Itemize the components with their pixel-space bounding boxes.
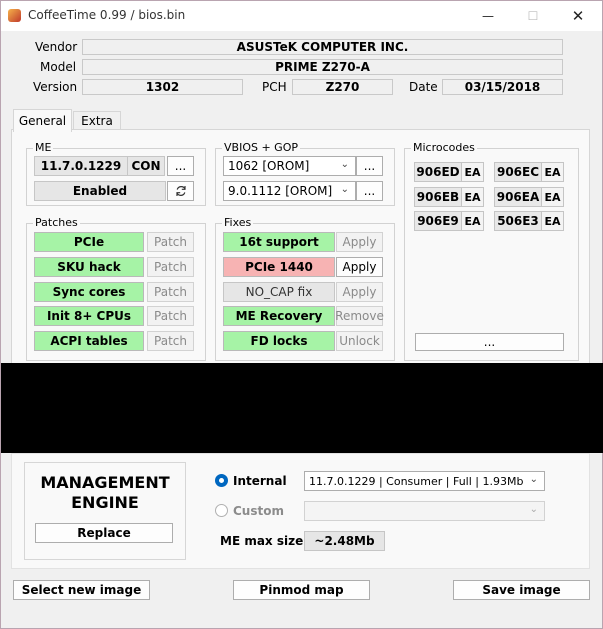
microcode-item: 906EB EA (414, 187, 484, 207)
window-title: CoffeeTime 0.99 / bios.bin (28, 8, 186, 22)
microcodes-more-button[interactable]: ... (415, 333, 564, 351)
me-state: Enabled (34, 181, 166, 201)
redacted-area (1, 363, 603, 453)
chevron-down-icon: ⌄ (529, 504, 538, 515)
custom-radio[interactable] (215, 504, 228, 517)
minimize-button[interactable]: — (465, 1, 511, 31)
save-image-button[interactable]: Save image (453, 580, 590, 600)
microcode-id: 906EC (494, 162, 542, 182)
patch-acpi-tables-status: ACPI tables (34, 331, 144, 351)
patch-sync-cores-button[interactable]: Patch (147, 282, 194, 302)
model-label: Model (40, 60, 77, 74)
close-button[interactable]: ✕ (555, 1, 601, 31)
tab-extra[interactable]: Extra (73, 111, 121, 130)
microcodes-group-title: Microcodes (411, 141, 477, 154)
patch-sku-hack-button[interactable]: Patch (147, 257, 194, 277)
chevron-down-icon: ⌄ (340, 184, 349, 195)
patch-sync-cores-status: Sync cores (34, 282, 144, 302)
engine-panel: MANAGEMENT ENGINE Replace Internal 11.7.… (11, 453, 590, 569)
microcode-id: 506E3 (494, 211, 542, 231)
me-max-size-value: ~2.48Mb (304, 531, 385, 551)
me-refresh-button[interactable] (167, 181, 194, 201)
microcode-item: 506E3 EA (494, 211, 564, 231)
fix-me-recovery-button[interactable]: Remove (335, 306, 384, 326)
me-group-title: ME (33, 141, 54, 154)
tab-general[interactable]: General (13, 109, 72, 132)
vendor-label: Vendor (35, 40, 78, 54)
replace-button[interactable]: Replace (35, 523, 173, 543)
fix-fd-locks-status: FD locks (223, 331, 335, 351)
microcode-tag: EA (462, 162, 484, 182)
patches-group-title: Patches (33, 216, 80, 229)
internal-label: Internal (233, 474, 287, 488)
me-version: 11.7.0.1229 (34, 156, 128, 176)
vbios-select-value: 1062 [OROM] (228, 159, 310, 173)
version-field: 1302 (82, 79, 243, 95)
pinmod-map-button[interactable]: Pinmod map (233, 580, 370, 600)
microcode-item: 906E9 EA (414, 211, 484, 231)
patch-sku-hack-status: SKU hack (34, 257, 144, 277)
chevron-down-icon: ⌄ (529, 474, 538, 485)
engine-box: MANAGEMENT ENGINE Replace (24, 462, 186, 560)
custom-image-select[interactable]: ⌄ (304, 501, 545, 521)
select-new-image-button[interactable]: Select new image (13, 580, 150, 600)
microcode-item: 906EA EA (494, 187, 564, 207)
internal-select-value: 11.7.0.1229 | Consumer | Full | 1.93Mb (309, 474, 524, 488)
patch-init-cpus-button[interactable]: Patch (147, 306, 194, 326)
vbios-group-title: VBIOS + GOP (222, 141, 300, 154)
fix-pcie-1440-button[interactable]: Apply (336, 257, 383, 277)
microcode-id: 906EA (494, 187, 542, 207)
fix-16t-support-button[interactable]: Apply (336, 232, 383, 252)
maximize-button[interactable]: ☐ (510, 1, 556, 31)
microcode-id: 906E9 (414, 211, 462, 231)
internal-radio[interactable] (215, 474, 228, 487)
fix-me-recovery-status: ME Recovery (223, 306, 335, 326)
engine-heading: MANAGEMENT ENGINE (25, 473, 185, 513)
fix-nocap-button[interactable]: Apply (336, 282, 383, 302)
microcode-item: 906ED EA (414, 162, 484, 182)
microcode-id: 906ED (414, 162, 462, 182)
internal-image-select[interactable]: 11.7.0.1229 | Consumer | Full | 1.93Mb ⌄ (304, 471, 545, 491)
custom-label: Custom (233, 504, 284, 518)
engine-heading-line2: ENGINE (71, 493, 139, 512)
app-window: CoffeeTime 0.99 / bios.bin — ☐ ✕ Vendor … (0, 0, 603, 629)
microcode-id: 906EB (414, 187, 462, 207)
gop-select[interactable]: 9.0.1112 [OROM] ⌄ (223, 181, 356, 201)
vendor-field: ASUSTeK COMPUTER INC. (82, 39, 563, 55)
microcode-tag: EA (542, 162, 564, 182)
patch-pcie-status: PCIe (34, 232, 144, 252)
fixes-group-title: Fixes (222, 216, 254, 229)
microcode-tag: EA (462, 187, 484, 207)
refresh-icon (175, 186, 186, 196)
fix-fd-locks-button[interactable]: Unlock (336, 331, 383, 351)
microcode-item: 906EC EA (494, 162, 564, 182)
pch-label: PCH (262, 80, 287, 94)
me-con-badge: CON (127, 156, 165, 176)
title-bar: CoffeeTime 0.99 / bios.bin — ☐ ✕ (1, 1, 602, 31)
microcode-tag: EA (542, 187, 564, 207)
gop-more-button[interactable]: ... (356, 181, 383, 201)
fix-16t-support-status: 16t support (223, 232, 335, 252)
general-tab-panel: ME 11.7.0.1229 CON ... Enabled VBIOS + G… (11, 129, 590, 365)
version-label: Version (33, 80, 78, 94)
microcode-tag: EA (542, 211, 564, 231)
fix-nocap-status: NO_CAP fix (223, 282, 335, 302)
patch-acpi-tables-button[interactable]: Patch (147, 331, 194, 351)
fix-pcie-1440-status: PCIe 1440 (223, 257, 335, 277)
model-field: PRIME Z270-A (82, 59, 563, 75)
date-field: 03/15/2018 (442, 79, 563, 95)
microcode-tag: EA (462, 211, 484, 231)
pch-field: Z270 (292, 79, 393, 95)
gop-select-value: 9.0.1112 [OROM] (228, 184, 333, 198)
vbios-more-button[interactable]: ... (356, 156, 383, 176)
engine-heading-line1: MANAGEMENT (40, 473, 170, 492)
me-max-size-label: ME max size (220, 534, 304, 548)
patch-init-cpus-status: Init 8+ CPUs (34, 306, 144, 326)
patch-pcie-button[interactable]: Patch (147, 232, 194, 252)
coffee-app-icon (8, 9, 21, 22)
date-label: Date (409, 80, 438, 94)
chevron-down-icon: ⌄ (340, 159, 349, 170)
me-more-button[interactable]: ... (167, 156, 194, 176)
vbios-select[interactable]: 1062 [OROM] ⌄ (223, 156, 356, 176)
